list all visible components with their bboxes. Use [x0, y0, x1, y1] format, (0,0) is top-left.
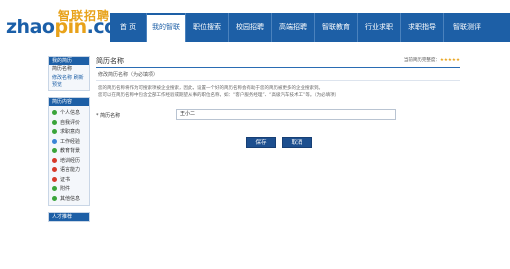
sidebar-content-box: 简历内容 个人信息 自我评价 求职意向 工作经验 教育背景 培训经历 语言能力 … — [48, 97, 90, 206]
sidebar-section-title: 人才推荐 — [49, 213, 89, 221]
nav-item-campus[interactable]: 校园招聘 — [229, 13, 271, 42]
site-header: 智联招聘 zhaopin.com 首 页 我的智联 职位搜索 校园招聘 高端招聘… — [0, 0, 510, 44]
check-icon — [52, 110, 57, 116]
resume-name-panel: 简历名称 当前简历完整度：★★★★★ 修改简历名称（为必填项） 您的简历名称将作… — [96, 56, 460, 180]
sidebar-item-certificates[interactable]: 证书 — [49, 175, 89, 185]
section-hint: 修改简历名称（为必填项） — [98, 72, 159, 78]
check-icon — [52, 119, 57, 125]
info-icon — [52, 138, 57, 144]
zhaopin-logo[interactable]: 智联招聘 zhaopin.com — [6, 6, 136, 42]
sidebar-resume-name: 简历名称 — [52, 66, 73, 72]
sidebar-section-list: 个人信息 自我评价 求职意向 工作经验 教育背景 培训经历 语言能力 证书 附件… — [49, 106, 89, 205]
nav-item-education[interactable]: 智联教育 — [315, 13, 357, 42]
nav-item-executive[interactable]: 高端招聘 — [272, 13, 314, 42]
divider — [96, 80, 460, 81]
sidebar-item-language[interactable]: 语言能力 — [49, 165, 89, 175]
refresh-link[interactable]: 刷新 — [74, 75, 84, 81]
star-rating-icon: ★★★★★ — [439, 58, 460, 63]
sidebar-item-training[interactable]: 培训经历 — [49, 156, 89, 166]
panel-header: 简历名称 当前简历完整度：★★★★★ — [96, 56, 460, 68]
description-line-2: 您可以在简历名称中包含全部工作经验或期望从事的职位名称，如：“客户服务经理”、“… — [98, 93, 340, 98]
completeness-rating: 当前简历完整度：★★★★★ — [403, 58, 460, 63]
sidebar-item-work-experience[interactable]: 工作经验 — [49, 137, 89, 147]
save-button[interactable]: 保存 — [246, 137, 276, 148]
sidebar-resume-box: 我的简历 简历名称 修改名称 刷新 预览 — [48, 56, 90, 91]
sidebar-recommend-box: 人才推荐 — [48, 212, 90, 222]
resume-name-label: * 简历名称 — [96, 113, 121, 119]
sidebar-item-other-info[interactable]: 其他信息 — [49, 194, 89, 204]
main-nav: 首 页 我的智联 职位搜索 校园招聘 高端招聘 智联教育 行业求职 求职指导 智… — [110, 13, 510, 42]
sidebar-resume-actions: 修改名称 刷新 预览 — [49, 74, 89, 90]
missing-icon — [52, 167, 57, 173]
sidebar-item-personal-info[interactable]: 个人信息 — [49, 108, 89, 118]
check-icon — [52, 195, 57, 201]
missing-icon — [52, 176, 57, 182]
cancel-button[interactable]: 取消 — [282, 137, 312, 148]
check-icon — [52, 148, 57, 154]
nav-item-home[interactable]: 首 页 — [110, 13, 146, 42]
check-icon — [52, 129, 57, 135]
sidebar-section-title: 简历内容 — [49, 98, 89, 106]
sidebar-section-title: 我的简历 — [49, 57, 89, 65]
preview-link[interactable]: 预览 — [52, 82, 62, 88]
sidebar-item-self-evaluation[interactable]: 自我评价 — [49, 118, 89, 128]
nav-item-assessment[interactable]: 智联测评 — [444, 13, 490, 42]
description-line-1: 您的简历名称将作为可搜索项被企业搜索，因此，设置一个好的简历名称会有助于您的简历… — [98, 86, 323, 91]
resume-name-input[interactable]: 王小二 — [176, 109, 396, 120]
sidebar-item-attachments[interactable]: 附件 — [49, 184, 89, 194]
missing-icon — [52, 157, 57, 163]
page-title: 简历名称 — [96, 57, 124, 65]
resume-sidebar: 我的简历 简历名称 修改名称 刷新 预览 简历内容 个人信息 自我评价 求职意向… — [48, 56, 90, 256]
nav-item-my-zhaopin[interactable]: 我的智联 — [147, 13, 185, 42]
nav-item-job-search[interactable]: 职位搜索 — [186, 13, 228, 42]
sidebar-item-education[interactable]: 教育背景 — [49, 146, 89, 156]
rename-link[interactable]: 修改名称 — [52, 75, 72, 81]
sidebar-item-job-intention[interactable]: 求职意向 — [49, 127, 89, 137]
nav-item-guidance[interactable]: 求职指导 — [401, 13, 443, 42]
nav-item-industry[interactable]: 行业求职 — [358, 13, 400, 42]
check-icon — [52, 186, 57, 192]
